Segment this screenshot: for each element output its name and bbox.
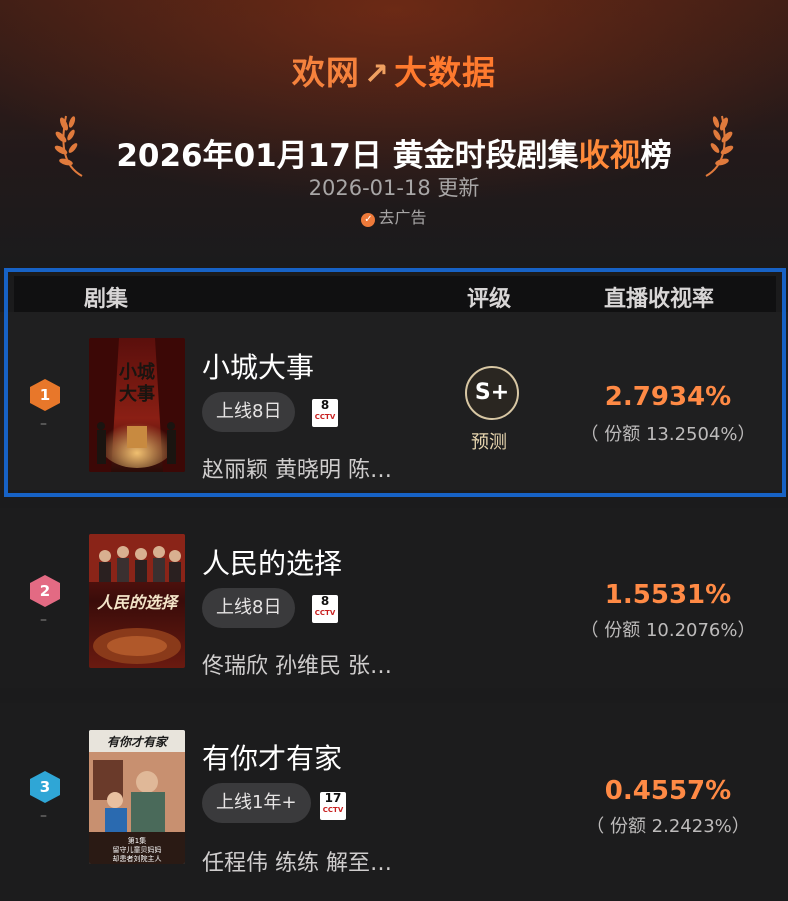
rank-badge: 2 bbox=[30, 575, 60, 607]
rating-value: 0.4557% bbox=[604, 776, 732, 806]
svg-text:却患者刘院主人: 却患者刘院主人 bbox=[113, 854, 162, 863]
svg-text:大事: 大事 bbox=[119, 383, 155, 405]
days-online-badge: 上线8日 bbox=[202, 588, 296, 628]
poster-image[interactable]: 人民的选择 bbox=[89, 534, 185, 668]
rank-badge: 3 bbox=[30, 771, 60, 803]
share-value: （ 份额 10.2076%） bbox=[580, 620, 756, 641]
poster-image[interactable]: 有你才有家 第1集 留守儿童贝妈妈 却患者刘院主人 bbox=[89, 730, 185, 864]
trend-indicator: – bbox=[40, 612, 47, 628]
brand-logo: 欢网 ↗ 大数据 bbox=[291, 53, 497, 92]
cctv-channel-icon: 17 CCTV bbox=[320, 792, 346, 820]
svg-text:第1集: 第1集 bbox=[128, 836, 146, 845]
share-value: （ 份额 2.2423%） bbox=[586, 816, 750, 837]
svg-text:小城: 小城 bbox=[119, 361, 155, 383]
poster-title-text: 有你才有家 bbox=[107, 735, 169, 749]
trend-indicator: – bbox=[40, 808, 47, 824]
check-icon: ✓ bbox=[361, 213, 376, 227]
col-rating: 直播收视率 bbox=[604, 287, 715, 312]
cast-list: 赵丽颖 黄晓明 陈… bbox=[202, 458, 392, 483]
ranking-row[interactable]: 3 – 有你才有家 第1集 留守儿童贝妈妈 却患者刘院主人 有你才有家 上线1年… bbox=[0, 703, 788, 901]
drama-title[interactable]: 有你才有家 bbox=[202, 737, 342, 777]
cast-list: 佟瑞欣 孙维民 张… bbox=[202, 654, 392, 679]
days-online-badge: 上线8日 bbox=[202, 392, 296, 432]
header-banner: 欢网 ↗ 大数据 2026年01月17日 黄金时段剧集收视榜 2026-01-18 … bbox=[0, 0, 788, 262]
page-title: 2026年01月17日 黄金时段剧集收视榜 bbox=[116, 138, 672, 174]
rank-badge: 1 bbox=[30, 379, 60, 411]
ranking-row[interactable]: 1 – 小城 大事 小城大事 上线8日 8 CCTV 赵丽颖 黄晓明 陈… S+… bbox=[0, 312, 788, 490]
drama-title[interactable]: 人民的选择 bbox=[202, 542, 342, 582]
rating-value: 2.7934% bbox=[604, 382, 732, 412]
cctv-channel-icon: 8 CCTV bbox=[312, 399, 338, 427]
svg-text:留守儿童贝妈妈: 留守儿童贝妈妈 bbox=[113, 845, 162, 854]
trend-indicator: – bbox=[40, 416, 47, 432]
grade-label: 预测 bbox=[471, 432, 507, 453]
update-time: 2026-01-18 更新 bbox=[308, 176, 480, 200]
remove-ad-button[interactable]: ✓ 去广告 bbox=[0, 204, 788, 228]
col-drama: 剧集 bbox=[84, 287, 129, 312]
drama-title[interactable]: 小城大事 bbox=[202, 346, 314, 386]
rating-value: 1.5531% bbox=[604, 580, 732, 610]
cctv-channel-icon: 8 CCTV bbox=[312, 595, 338, 623]
poster-image[interactable]: 小城 大事 bbox=[89, 338, 185, 472]
cast-list: 任程伟 练练 解至… bbox=[202, 851, 392, 876]
svg-text:人民的选择: 人民的选择 bbox=[97, 593, 180, 612]
days-online-badge: 上线1年+ bbox=[202, 783, 311, 823]
col-grade: 评级 bbox=[467, 287, 512, 312]
share-value: （ 份额 13.2504%） bbox=[580, 424, 756, 445]
grade-badge: S+ bbox=[465, 366, 519, 420]
column-header: 剧集 评级 直播收视率 bbox=[14, 276, 776, 312]
ranking-row[interactable]: 2 – 人民的选择 人民的选择 上线8日 8 CCTV 佟瑞欣 孙维民 张… 1.… bbox=[0, 508, 788, 688]
